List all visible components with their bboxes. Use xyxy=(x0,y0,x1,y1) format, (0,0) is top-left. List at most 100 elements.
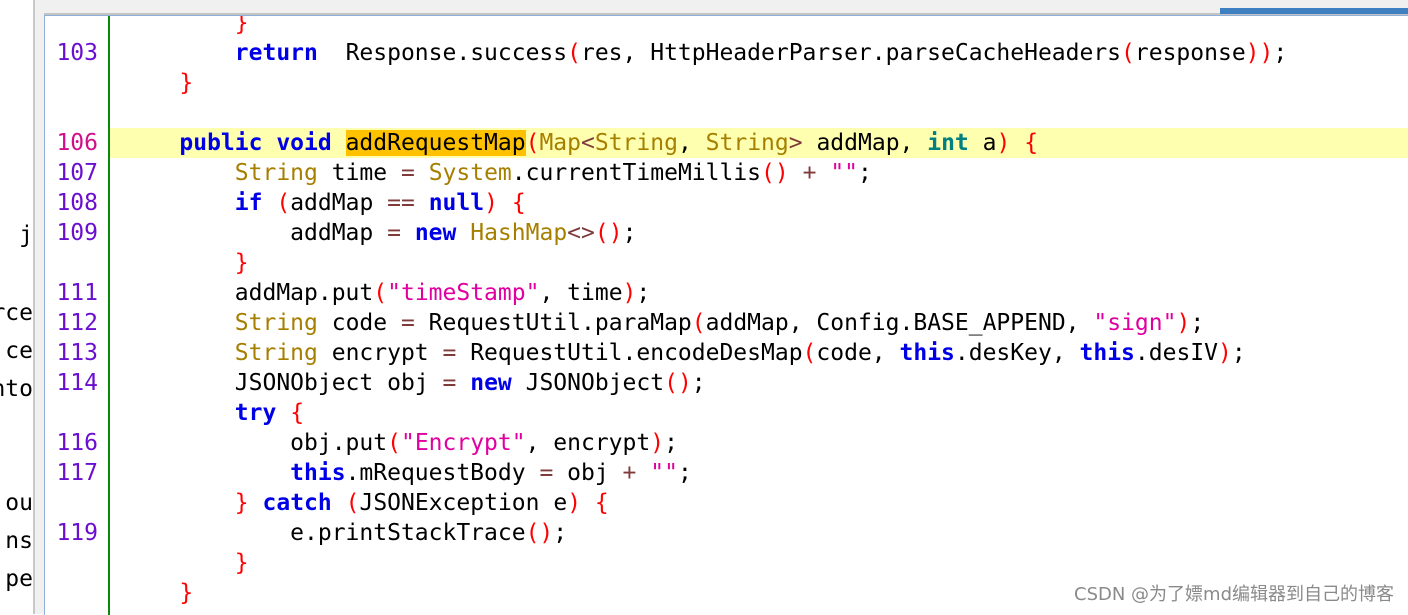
code-text: response xyxy=(1134,40,1246,66)
code-line[interactable]: 107 String time = System.currentTimeMill… xyxy=(45,158,1408,188)
bracket: ) xyxy=(1218,340,1232,366)
bracket: ) xyxy=(1176,310,1191,336)
code-line[interactable]: 111 addMap.put("timeStamp", time); xyxy=(45,278,1408,308)
bracket: ) xyxy=(484,190,498,216)
code-line[interactable]: 116 obj.put("Encrypt", encrypt); xyxy=(45,428,1408,458)
type-name: String xyxy=(234,310,318,336)
code-line[interactable]: } catch (JSONException e) { xyxy=(45,488,1408,518)
code-text: ; xyxy=(553,520,568,546)
line-number[interactable]: 103 xyxy=(45,38,98,68)
active-tab-indicator[interactable] xyxy=(1220,8,1408,14)
line-number[interactable]: 117 xyxy=(45,458,98,488)
code-content[interactable]: String code = RequestUtil.paraMap(addMap… xyxy=(110,308,1408,338)
code-content[interactable]: String encrypt = RequestUtil.encodeDesMa… xyxy=(110,338,1408,368)
line-number[interactable]: 119 xyxy=(45,518,98,548)
keyword: null xyxy=(428,190,485,216)
code-content[interactable]: return Response.success(res, HttpHeaderP… xyxy=(110,38,1408,68)
code-text: JSONException e xyxy=(359,490,568,516)
keyword: this xyxy=(899,340,955,366)
code-text: , xyxy=(677,130,706,156)
code-text: obj.put xyxy=(290,430,388,456)
editor-tab-bar xyxy=(35,0,1408,15)
code-text: time xyxy=(317,160,401,186)
keyword: new xyxy=(470,370,512,396)
code-content[interactable]: String time = System.currentTimeMillis()… xyxy=(110,158,1408,188)
bracket: )) xyxy=(1245,40,1274,66)
keyword: new xyxy=(414,220,457,246)
code-content[interactable]: obj.put("Encrypt", encrypt); xyxy=(110,428,1408,458)
line-number[interactable]: 108 xyxy=(45,188,98,218)
code-content[interactable]: this.mRequestBody = obj + ""; xyxy=(110,458,1408,488)
code-content[interactable]: addMap = new HashMap<>(); xyxy=(110,218,1408,248)
bracket: ( xyxy=(345,490,360,516)
bracket: () xyxy=(525,520,554,546)
operator: + xyxy=(802,160,817,186)
keyword: if xyxy=(234,190,263,216)
left-panel-clipped: j rce ce nto ou ns pe xyxy=(0,0,33,614)
code-line[interactable]: 114 JSONObject obj = new JSONObject(); xyxy=(45,368,1408,398)
change-bar xyxy=(108,16,110,615)
type-name: System xyxy=(428,160,512,186)
code-content[interactable] xyxy=(110,98,1408,128)
line-number[interactable]: 109 xyxy=(45,218,98,248)
code-line[interactable]: } xyxy=(45,16,1408,38)
code-text: JSONObject obj xyxy=(234,370,443,396)
line-number[interactable]: 107 xyxy=(45,158,98,188)
code-text: ; xyxy=(691,370,706,396)
code-line[interactable]: } xyxy=(45,248,1408,278)
code-line[interactable]: 106 public void addRequestMap(Map<String… xyxy=(45,128,1408,158)
bracket: } xyxy=(234,550,249,576)
code-content[interactable]: } xyxy=(110,16,1408,38)
code-content[interactable]: addMap.put("timeStamp", time); xyxy=(110,278,1408,308)
code-text: code xyxy=(317,310,401,336)
code-line[interactable]: 109 addMap = new HashMap<>(); xyxy=(45,218,1408,248)
code-content[interactable]: } catch (JSONException e) { xyxy=(110,488,1408,518)
line-number[interactable]: 113 xyxy=(45,338,98,368)
keyword: this xyxy=(290,460,346,486)
bracket: ) xyxy=(996,130,1011,156)
code-line[interactable]: try { xyxy=(45,398,1408,428)
code-content[interactable]: e.printStackTrace(); xyxy=(110,518,1408,548)
left-panel-text: ce xyxy=(5,338,33,364)
code-content[interactable]: public void addRequestMap(Map<String, St… xyxy=(110,128,1408,158)
operator: = xyxy=(400,160,415,186)
code-line[interactable]: 108 if (addMap == null) { xyxy=(45,188,1408,218)
code-line[interactable]: } xyxy=(45,548,1408,578)
operator: == xyxy=(387,190,415,216)
operator: = xyxy=(442,340,457,366)
code-line[interactable]: } xyxy=(45,68,1408,98)
code-line[interactable]: 119 e.printStackTrace(); xyxy=(45,518,1408,548)
type-name: String xyxy=(594,130,678,156)
code-text: RequestUtil.encodeDesMap xyxy=(456,340,803,366)
code-editor[interactable]: } 103 return Response.success(res, HttpHe… xyxy=(44,15,1408,615)
code-content[interactable]: } xyxy=(110,68,1408,98)
code-text: .currentTimeMillis xyxy=(511,160,762,186)
type-name: Map xyxy=(539,130,581,156)
code-line[interactable]: 103 return Response.success(res, HttpHea… xyxy=(45,38,1408,68)
code-text: res, HttpHeaderParser.parseCacheHeaders xyxy=(580,40,1122,66)
code-content[interactable]: JSONObject obj = new JSONObject(); xyxy=(110,368,1408,398)
code-line[interactable] xyxy=(45,98,1408,128)
code-content[interactable]: } xyxy=(110,248,1408,278)
line-number[interactable]: 116 xyxy=(45,428,98,458)
line-number[interactable]: 112 xyxy=(45,308,98,338)
code-line[interactable]: 112 String code = RequestUtil.paraMap(ad… xyxy=(45,308,1408,338)
code-content[interactable]: if (addMap == null) { xyxy=(110,188,1408,218)
code-line[interactable]: 113 String encrypt = RequestUtil.encodeD… xyxy=(45,338,1408,368)
code-content[interactable]: } xyxy=(110,548,1408,578)
operator: + xyxy=(622,460,637,486)
bracket: ( xyxy=(567,40,581,66)
code-text: ; xyxy=(636,280,651,306)
line-number[interactable]: 106 xyxy=(45,128,98,158)
bracket: ( xyxy=(525,130,540,156)
line-number[interactable]: 111 xyxy=(45,278,98,308)
line-number[interactable]: 114 xyxy=(45,368,98,398)
code-line[interactable]: 117 this.mRequestBody = obj + ""; xyxy=(45,458,1408,488)
code-content[interactable]: try { xyxy=(110,398,1408,428)
